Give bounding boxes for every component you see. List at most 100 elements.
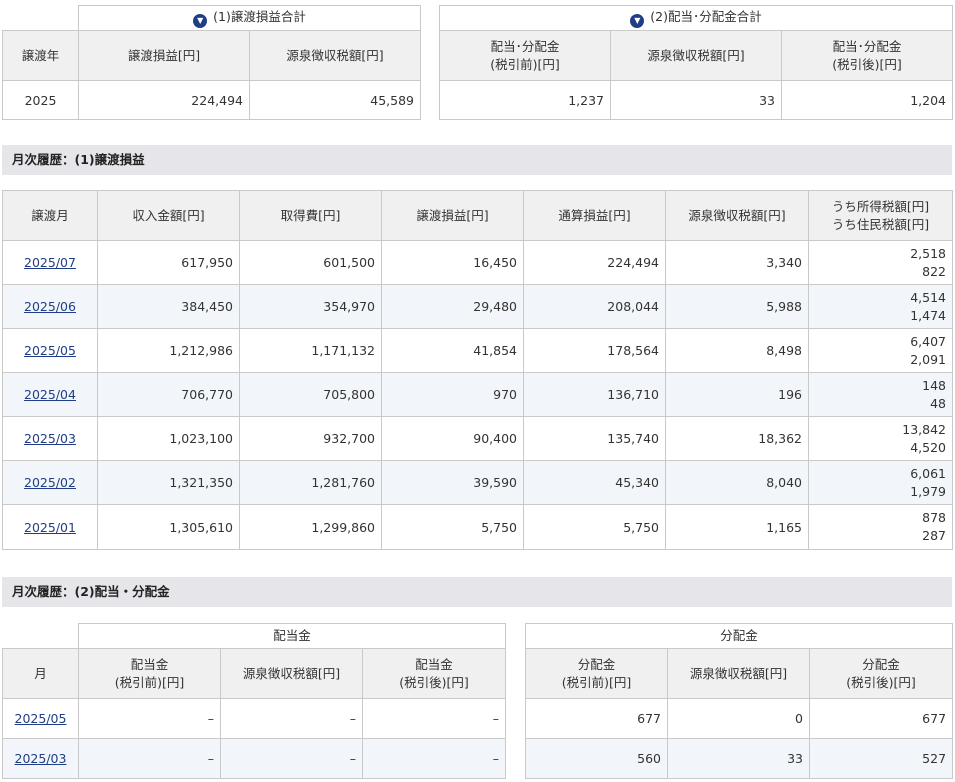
gain-cell: 41,854	[381, 328, 524, 373]
header-label: 分配金 (税引前)[円]	[561, 656, 632, 690]
month-cell: 2025/03	[2, 416, 98, 461]
col-header-gain: 譲渡損益[円]	[381, 190, 524, 241]
tax-cell: 8,498	[665, 328, 809, 373]
header-label: 配当･分配金 (税引前)[円]	[490, 38, 560, 72]
income-cell: 384,450	[97, 284, 240, 329]
dividend-d_post-cell: –	[361, 698, 507, 739]
summary-dividend-group-header: ▼ (2)配当･分配金合計	[439, 5, 953, 31]
resident-tax-value: 1,979	[910, 483, 946, 499]
section-title-monthly-gain: 月次履歴：(1)譲渡損益	[2, 145, 952, 175]
total-cell: 208,044	[523, 284, 666, 329]
tax-cell: 18,362	[665, 416, 809, 461]
tax-cell: 5,988	[665, 284, 809, 329]
dividend-group-header: 配当金	[77, 623, 507, 649]
summary-gain-table: ▼ (1)譲渡損益合計 譲渡年 譲渡損益[円] 源泉徴収税額[円] 2025 22…	[2, 5, 421, 120]
dividend-d_pre-cell: –	[78, 738, 221, 779]
col-header-tax: 源泉徴収税額[円]	[665, 190, 809, 241]
gain-cell: 39,590	[381, 460, 524, 505]
tax-breakdown-cell: 6,061 1,979	[808, 460, 953, 505]
summary-tax: 45,589	[249, 80, 421, 120]
col-header-tax: 源泉徴収税額[円]	[249, 30, 421, 81]
monthly-dividend-table: 配当金 月 配当金 (税引前)[円] 源泉徴収税額[円] 配当金 (税引後)[円] …	[2, 623, 507, 779]
gain-cell: 90,400	[381, 416, 524, 461]
dividend-d_pre-cell: –	[78, 698, 221, 739]
month-cell: 2025/03	[2, 738, 79, 779]
monthly-gain-table: 譲渡月 収入金額[円] 取得費[円] 譲渡損益[円] 通算損益[円] 源泉徴収税…	[2, 190, 953, 550]
tax-cell: 3,340	[665, 240, 809, 285]
cost-cell: 1,281,760	[239, 460, 382, 505]
resident-tax-value: 48	[930, 395, 946, 411]
month-cell: 2025/05	[2, 698, 79, 739]
resident-tax-value: 4,520	[910, 439, 946, 455]
table-row: 2025/03– – –	[2, 738, 507, 779]
total-cell: 224,494	[523, 240, 666, 285]
chevron-down-icon: ▼	[630, 14, 645, 28]
tax-breakdown-cell: 6,407 2,091	[808, 328, 953, 373]
income-tax-value: 13,842	[902, 421, 946, 437]
month-link[interactable]: 2025/04	[24, 387, 76, 402]
month-link[interactable]: 2025/01	[24, 520, 76, 535]
col-header-div-tax: 源泉徴収税額[円]	[220, 648, 363, 699]
summary-gain: 224,494	[78, 80, 250, 120]
month-link[interactable]: 2025/03	[15, 751, 67, 766]
tax-breakdown-cell: 4,514 1,474	[808, 284, 953, 329]
col-header-post: 配当･分配金 (税引後)[円]	[781, 30, 953, 81]
gain-cell: 5,750	[381, 504, 524, 550]
tax-breakdown-cell: 878 287	[808, 504, 953, 550]
cost-cell: 1,299,860	[239, 504, 382, 550]
col-header-total: 通算損益[円]	[523, 190, 666, 241]
income-tax-value: 6,061	[910, 465, 946, 481]
gain-cell: 970	[381, 372, 524, 417]
cost-cell: 1,171,132	[239, 328, 382, 373]
month-cell: 2025/04	[2, 372, 98, 417]
blank-cell	[3, 624, 79, 649]
tax-breakdown-cell: 13,842 4,520	[808, 416, 953, 461]
income-cell: 1,321,350	[97, 460, 240, 505]
col-header-pre: 配当･分配金 (税引前)[円]	[439, 30, 611, 81]
table-row: 560 33 527	[525, 738, 954, 779]
tax-cell: 1,165	[665, 504, 809, 550]
month-link[interactable]: 2025/03	[24, 431, 76, 446]
header-label: うち所得税額[円] うち住民税額[円]	[831, 198, 930, 232]
distribution-group-header: 分配金	[524, 623, 954, 649]
cost-cell: 932,700	[239, 416, 382, 461]
distribution-b_pre-cell: 677	[525, 698, 668, 739]
dividend-d_tax-cell: –	[220, 738, 363, 779]
summary-year: 2025	[2, 80, 79, 120]
col-header-month: 譲渡月	[2, 190, 98, 241]
col-header-month: 月	[2, 648, 79, 699]
resident-tax-value: 2,091	[910, 351, 946, 367]
distribution-b_pre-cell: 560	[525, 738, 668, 779]
month-link[interactable]: 2025/05	[15, 711, 67, 726]
col-header-cost: 取得費[円]	[239, 190, 382, 241]
income-tax-value: 2,518	[910, 245, 946, 261]
cost-cell: 705,800	[239, 372, 382, 417]
col-header-dist-post: 分配金 (税引後)[円]	[808, 648, 954, 699]
chevron-down-icon: ▼	[193, 14, 208, 28]
total-cell: 136,710	[523, 372, 666, 417]
income-tax-value: 6,407	[910, 333, 946, 349]
col-header-tax: 源泉徴収税額[円]	[610, 30, 782, 81]
gain-cell: 29,480	[381, 284, 524, 329]
header-label: 配当金 (税引前)[円]	[114, 656, 185, 690]
col-header-tax-breakdown: うち所得税額[円] うち住民税額[円]	[808, 190, 953, 241]
tax-cell: 196	[665, 372, 809, 417]
col-header-income: 収入金額[円]	[97, 190, 240, 241]
month-link[interactable]: 2025/06	[24, 299, 76, 314]
total-cell: 178,564	[523, 328, 666, 373]
table-row: 677 0 677	[525, 698, 954, 739]
month-link[interactable]: 2025/02	[24, 475, 76, 490]
tax-breakdown-cell: 148 48	[808, 372, 953, 417]
income-cell: 1,305,610	[97, 504, 240, 550]
header-label: 分配金 (税引後)[円]	[846, 656, 916, 690]
table-row: 2025/07 617,950 601,500 16,450 224,494 3,340 2…	[2, 240, 953, 285]
cost-cell: 354,970	[239, 284, 382, 329]
dividend-d_tax-cell: –	[220, 698, 363, 739]
table-row: 2025/05– – –	[2, 698, 507, 739]
table-row: 2025/04 706,770 705,800 970 136,710 196 148 48	[2, 372, 953, 417]
tax-cell: 8,040	[665, 460, 809, 505]
resident-tax-value: 822	[922, 263, 946, 279]
month-link[interactable]: 2025/07	[24, 255, 76, 270]
month-link[interactable]: 2025/05	[24, 343, 76, 358]
total-cell: 5,750	[523, 504, 666, 550]
